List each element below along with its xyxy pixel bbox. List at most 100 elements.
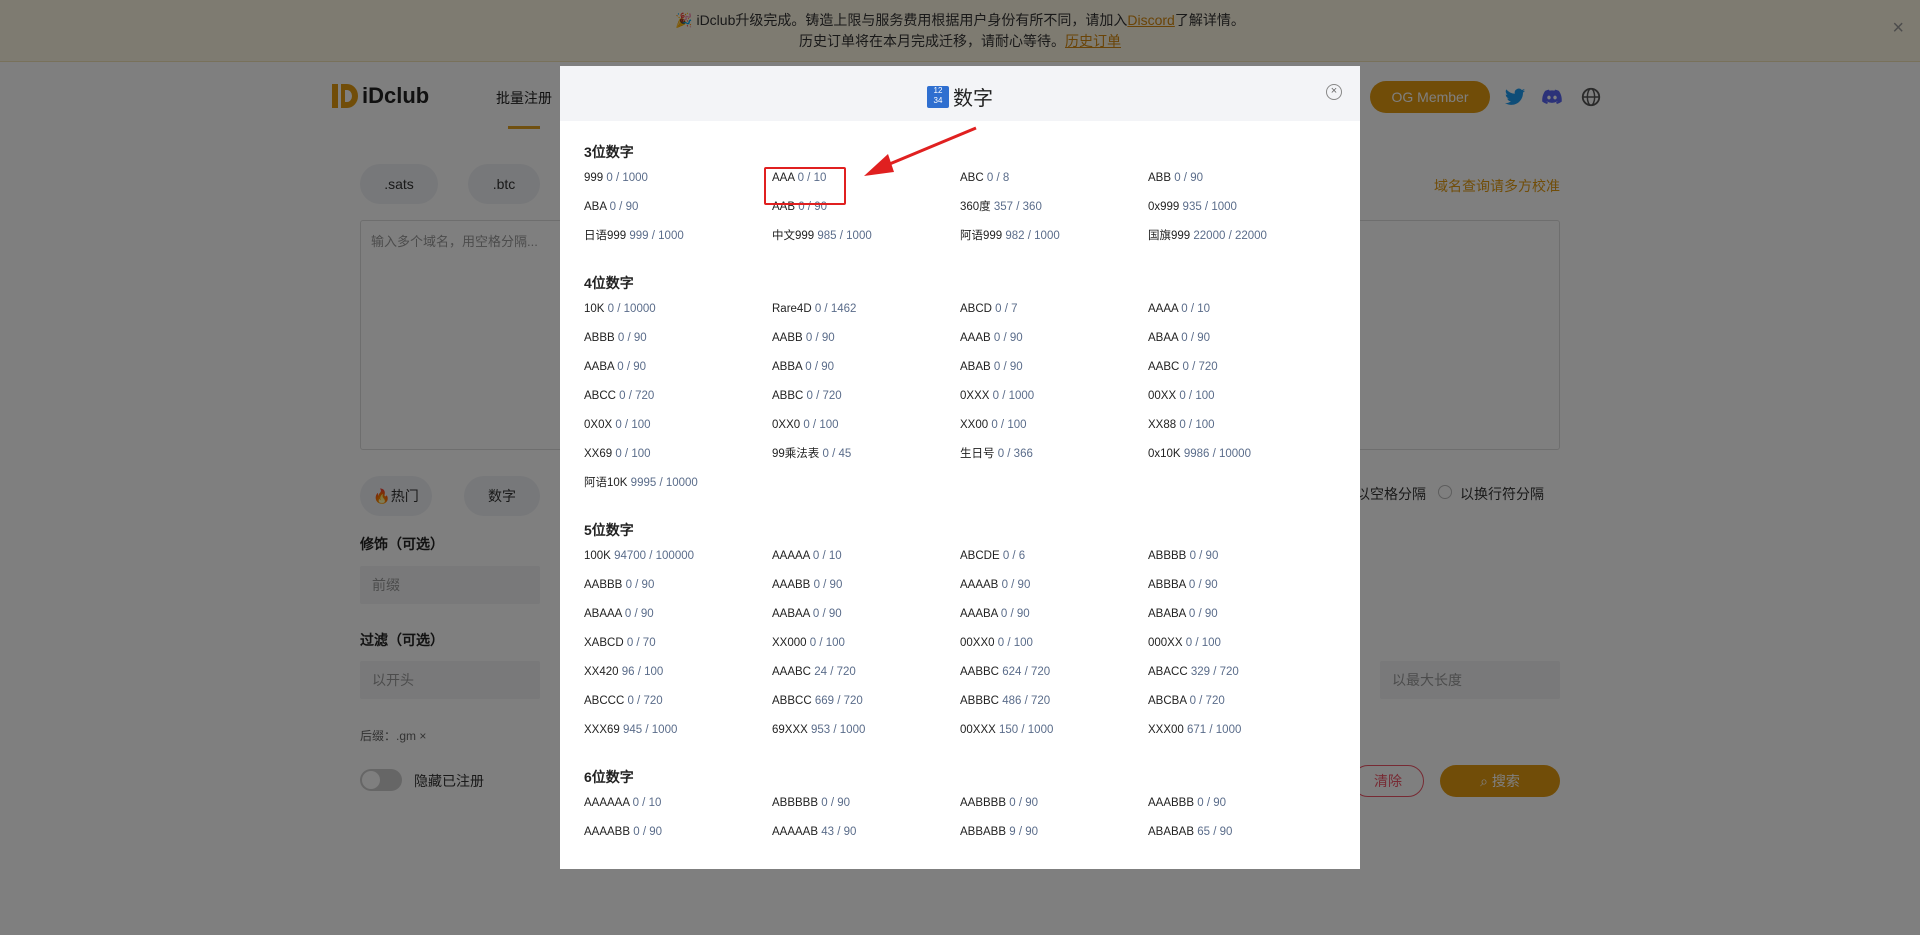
category-item[interactable]: 国旗999 22000 / 22000 — [1148, 228, 1336, 257]
category-name: AAABC — [772, 666, 811, 678]
modal-body: 3位数字 999 0 / 1000 AAA 0 / 10 ABC 0 / 8 ABB 0… — [584, 142, 1344, 869]
category-item[interactable]: AAAAA 0 / 10 — [772, 548, 960, 577]
category-item[interactable]: AABAA 0 / 90 — [772, 606, 960, 635]
category-item[interactable]: 0x999 935 / 1000 — [1148, 199, 1336, 228]
category-count: 0 / 90 — [617, 332, 647, 344]
category-count: 0 / 6 — [1002, 550, 1026, 562]
category-item[interactable]: AABC 0 / 720 — [1148, 359, 1336, 388]
category-item[interactable]: XX420 96 / 100 — [584, 664, 772, 693]
category-item[interactable]: 0X0X 0 / 100 — [584, 417, 772, 446]
category-item[interactable]: AAAAAA 0 / 10 — [584, 795, 772, 824]
category-item[interactable]: AAAA 0 / 10 — [1148, 301, 1336, 330]
category-item[interactable]: XXX00 671 / 1000 — [1148, 722, 1336, 751]
category-item[interactable]: 生日号 0 / 366 — [960, 446, 1148, 475]
category-item[interactable]: ABBBA 0 / 90 — [1148, 577, 1336, 606]
category-item[interactable]: ABBCC 669 / 720 — [772, 693, 960, 722]
category-item[interactable]: XX000 0 / 100 — [772, 635, 960, 664]
category-item[interactable]: ABBA 0 / 90 — [772, 359, 960, 388]
category-item[interactable]: ABCC 0 / 720 — [584, 388, 772, 417]
category-count: 0 / 100 — [1185, 637, 1221, 649]
category-name: ABAB — [960, 361, 991, 373]
category-item[interactable]: ABBB 0 / 90 — [584, 330, 772, 359]
category-item[interactable]: XABCD 0 / 70 — [584, 635, 772, 664]
category-item[interactable]: ABCBA 0 / 720 — [1148, 693, 1336, 722]
category-item[interactable]: 中文999 985 / 1000 — [772, 228, 960, 257]
annotation-arrow-icon — [864, 126, 977, 176]
category-item[interactable]: ABB 0 / 90 — [1148, 170, 1336, 199]
category-item[interactable]: 69XXX 953 / 1000 — [772, 722, 960, 751]
category-item[interactable]: 0XX0 0 / 100 — [772, 417, 960, 446]
category-item[interactable]: ABBBC 486 / 720 — [960, 693, 1148, 722]
category-item[interactable]: AAABA 0 / 90 — [960, 606, 1148, 635]
category-item[interactable]: ABAB 0 / 90 — [960, 359, 1148, 388]
category-name: ABCD — [960, 303, 992, 315]
category-item[interactable]: ABCD 0 / 7 — [960, 301, 1148, 330]
category-name: ABBABB — [960, 826, 1007, 838]
category-count: 0 / 90 — [805, 361, 835, 373]
category-item[interactable]: 日语999 999 / 1000 — [584, 228, 772, 257]
category-item[interactable]: 00XXX 150 / 1000 — [960, 722, 1148, 751]
category-item[interactable]: 999 0 / 1000 — [584, 170, 772, 199]
category-item[interactable]: 阿语999 982 / 1000 — [960, 228, 1148, 257]
category-item[interactable]: ABBBB 0 / 90 — [1148, 548, 1336, 577]
category-item[interactable]: AAABC 24 / 720 — [772, 664, 960, 693]
category-item[interactable]: XX69 0 / 100 — [584, 446, 772, 475]
category-item[interactable]: Rare4D 0 / 1462 — [772, 301, 960, 330]
category-name: 生日号 — [960, 448, 995, 460]
category-item[interactable]: XX88 0 / 100 — [1148, 417, 1336, 446]
category-item[interactable]: ABABA 0 / 90 — [1148, 606, 1336, 635]
category-count: 953 / 1000 — [811, 724, 866, 736]
category-item[interactable]: AABA 0 / 90 — [584, 359, 772, 388]
category-count: 0 / 90 — [805, 332, 835, 344]
category-item[interactable]: ABAA 0 / 90 — [1148, 330, 1336, 359]
category-item[interactable]: 00XX 0 / 100 — [1148, 388, 1336, 417]
category-item[interactable]: ABC 0 / 8 — [960, 170, 1148, 199]
modal-close-icon[interactable]: × — [1326, 84, 1342, 100]
category-count: 24 / 720 — [814, 666, 856, 678]
category-count: 0 / 90 — [1188, 579, 1218, 591]
category-item[interactable]: 360度 357 / 360 — [960, 199, 1148, 228]
category-item[interactable]: AAABB 0 / 90 — [772, 577, 960, 606]
category-item[interactable]: ABBBBB 0 / 90 — [772, 795, 960, 824]
category-count: 0 / 90 — [812, 608, 842, 620]
category-name: 99乘法表 — [772, 448, 820, 460]
category-item[interactable]: 100K 94700 / 100000 — [584, 548, 772, 577]
category-name: 00XX0 — [960, 637, 995, 649]
category-item[interactable]: 0x10K 9986 / 10000 — [1148, 446, 1336, 475]
category-name: ABBB — [584, 332, 615, 344]
category-item[interactable]: ABCDE 0 / 6 — [960, 548, 1148, 577]
category-item[interactable]: AABBC 624 / 720 — [960, 664, 1148, 693]
category-item[interactable]: 00XX0 0 / 100 — [960, 635, 1148, 664]
category-item[interactable]: XXX69 945 / 1000 — [584, 722, 772, 751]
category-item[interactable]: XX00 0 / 100 — [960, 417, 1148, 446]
category-name: 0XX0 — [772, 419, 801, 431]
category-count: 0 / 90 — [617, 361, 647, 373]
category-item[interactable]: ABAAA 0 / 90 — [584, 606, 772, 635]
category-item[interactable]: AABB 0 / 90 — [772, 330, 960, 359]
category-item[interactable]: ABABAB 65 / 90 — [1148, 824, 1336, 853]
category-name: 0X0X — [584, 419, 613, 431]
category-item[interactable]: 10K 0 / 10000 — [584, 301, 772, 330]
category-name: 0x999 — [1148, 201, 1180, 213]
category-item[interactable]: ABBABB 9 / 90 — [960, 824, 1148, 853]
category-count: 0 / 100 — [615, 448, 651, 460]
category-item[interactable]: AAABBB 0 / 90 — [1148, 795, 1336, 824]
category-item[interactable]: AAAABB 0 / 90 — [584, 824, 772, 853]
category-item[interactable]: ABACC 329 / 720 — [1148, 664, 1336, 693]
category-item[interactable]: ABA 0 / 90 — [584, 199, 772, 228]
category-item[interactable]: AABBBB 0 / 90 — [960, 795, 1148, 824]
category-item[interactable]: AABBB 0 / 90 — [584, 577, 772, 606]
category-item[interactable]: 000XX 0 / 100 — [1148, 635, 1336, 664]
category-count: 0 / 100 — [1179, 419, 1215, 431]
category-item[interactable]: ABBC 0 / 720 — [772, 388, 960, 417]
category-grid: 100K 94700 / 100000 AAAAA 0 / 10 ABCDE 0 /… — [584, 548, 1344, 751]
category-item[interactable]: 99乘法表 0 / 45 — [772, 446, 960, 475]
category-count: 982 / 1000 — [1005, 230, 1060, 242]
category-item[interactable]: 阿语10K 9995 / 10000 — [584, 475, 772, 504]
category-item[interactable]: 0XXX 0 / 1000 — [960, 388, 1148, 417]
category-name: 日语999 — [584, 230, 627, 242]
category-item[interactable]: AAAB 0 / 90 — [960, 330, 1148, 359]
category-item[interactable]: AAAAB 0 / 90 — [960, 577, 1148, 606]
category-item[interactable]: AAAAAB 43 / 90 — [772, 824, 960, 853]
category-item[interactable]: ABCCC 0 / 720 — [584, 693, 772, 722]
